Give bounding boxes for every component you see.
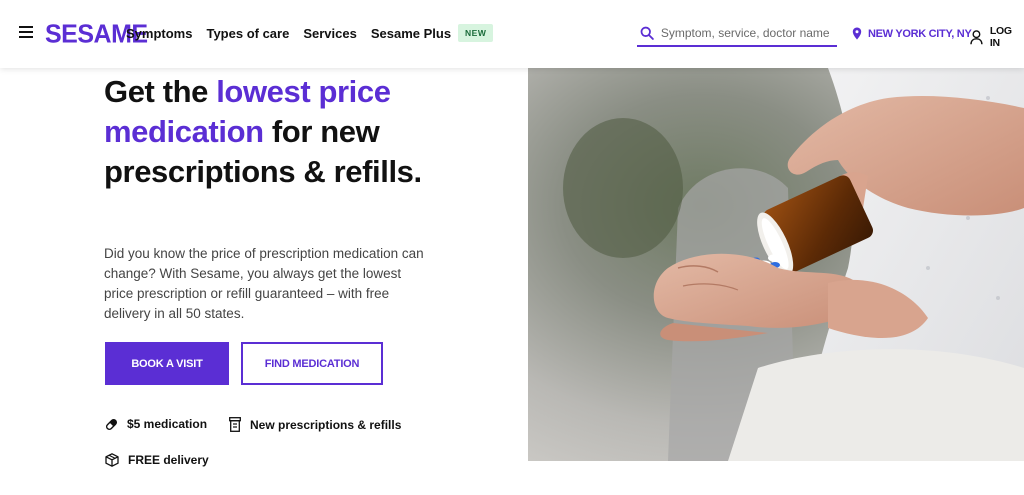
pill-icon [105, 418, 118, 430]
nav-symptoms[interactable]: Symptoms [126, 26, 192, 41]
feature-label: New prescriptions & refills [250, 417, 402, 432]
nav-types-of-care[interactable]: Types of care [206, 26, 289, 41]
feature-label: FREE delivery [128, 453, 209, 467]
location-pin-icon [852, 27, 862, 40]
search-icon[interactable] [640, 26, 654, 40]
feature-prescriptions-refills: New prescriptions & refills [229, 417, 401, 432]
new-badge: NEW [458, 24, 494, 42]
login-link[interactable]: LOG IN [970, 25, 1024, 49]
search-input[interactable] [660, 25, 837, 40]
login-label: LOG IN [989, 25, 1012, 49]
location-selector[interactable]: NEW YORK CITY, NY [852, 27, 972, 40]
location-label: NEW YORK CITY, NY [868, 27, 972, 40]
site-header: SESAME Symptoms Types of care Services S… [0, 0, 1024, 68]
hands-pouring-pills-photo [528, 68, 1024, 461]
main-nav: Symptoms Types of care Services Sesame P… [126, 24, 494, 42]
nav-services[interactable]: Services [303, 26, 357, 41]
user-icon [970, 29, 983, 44]
hero-title: Get the lowest price medication for new … [104, 74, 422, 189]
package-icon [105, 453, 119, 467]
book-a-visit-button[interactable]: BOOK A VISIT [105, 342, 229, 385]
feature-5-dollar-medication: $5 medication [105, 417, 207, 431]
feature-free-delivery: FREE delivery [105, 453, 209, 467]
nav-sesame-plus[interactable]: Sesame Plus [371, 26, 451, 41]
find-medication-button[interactable]: FIND MEDICATION [241, 342, 383, 385]
feature-label: $5 medication [127, 417, 208, 431]
hero-description: Did you know the price of prescription m… [104, 246, 424, 321]
search-bar [637, 20, 837, 47]
hamburger-menu-icon[interactable] [19, 26, 33, 38]
prescription-bottle-icon [229, 417, 241, 432]
hero-photo [528, 68, 1024, 461]
